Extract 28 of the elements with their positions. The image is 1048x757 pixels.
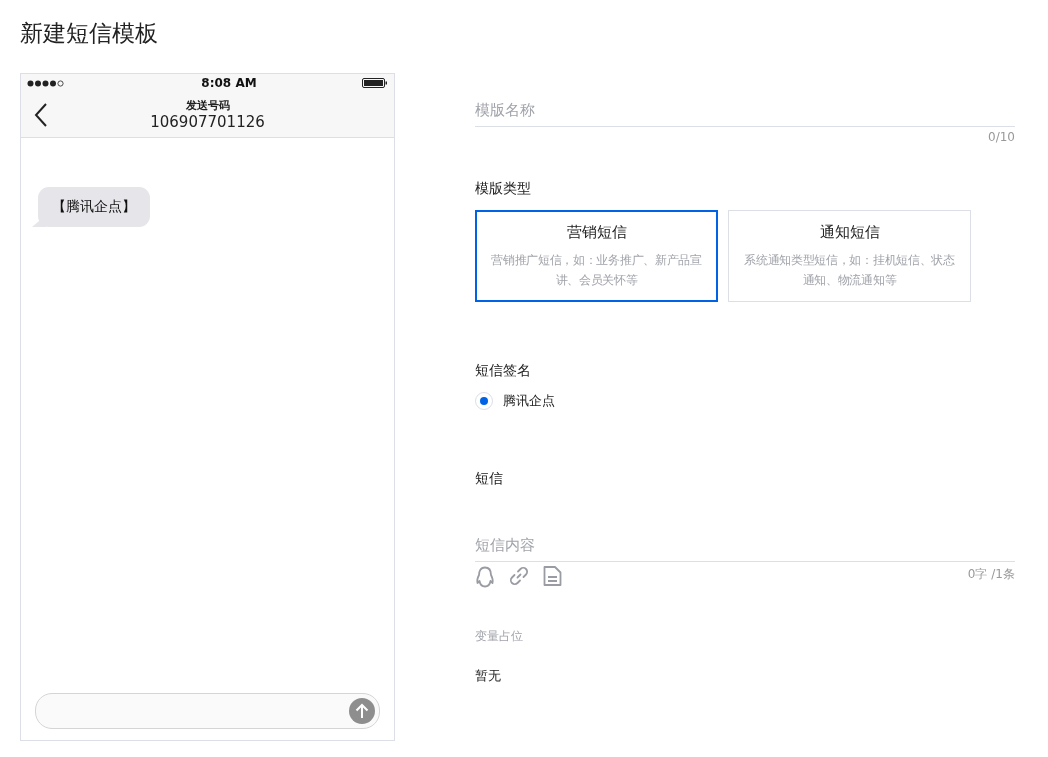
message-input[interactable] bbox=[35, 693, 380, 729]
radio-label: 腾讯企点 bbox=[503, 392, 555, 410]
content-counter: 0字 /1条 bbox=[967, 566, 1015, 583]
section-label: 短信签名 bbox=[475, 362, 531, 380]
template-type-card[interactable]: 营销短信 营销推广短信，如：业务推广、新产品宣讲、会员关怀等 bbox=[475, 210, 718, 302]
type-title: 通知短信 bbox=[818, 223, 881, 242]
link-icon[interactable] bbox=[509, 566, 529, 586]
header-label: 发送号码 bbox=[185, 98, 230, 113]
status-time: 8:08 AM bbox=[201, 76, 257, 90]
type-description: 系统通知类型短信，如：挂机短信、状态通知、物流通知等 bbox=[743, 252, 956, 289]
sender-number: 106907701126 bbox=[150, 113, 265, 131]
back-icon[interactable] bbox=[34, 102, 48, 127]
name-counter: 0/10 bbox=[988, 130, 1015, 144]
battery-icon bbox=[362, 78, 388, 88]
section-label: 短信 bbox=[475, 470, 503, 488]
sms-content-field[interactable]: 短信内容 bbox=[475, 528, 1015, 562]
variables-label: 变量占位 bbox=[475, 628, 523, 645]
penguin-icon[interactable] bbox=[475, 566, 495, 588]
document-icon[interactable] bbox=[543, 566, 562, 586]
send-icon[interactable] bbox=[349, 698, 375, 724]
variables-value: 暂无 bbox=[475, 667, 501, 685]
type-description: 营销推广短信，如：业务推广、新产品宣讲、会员关怀等 bbox=[490, 252, 703, 289]
section-label: 模版类型 bbox=[475, 180, 531, 198]
template-name-field[interactable]: 模版名称 bbox=[475, 93, 1015, 127]
template-type-card[interactable]: 通知短信 系统通知类型短信，如：挂机短信、状态通知、物流通知等 bbox=[728, 210, 971, 302]
page-title: 新建短信模板 bbox=[20, 19, 158, 48]
type-title: 营销短信 bbox=[565, 223, 628, 242]
signal-icon bbox=[27, 79, 66, 87]
